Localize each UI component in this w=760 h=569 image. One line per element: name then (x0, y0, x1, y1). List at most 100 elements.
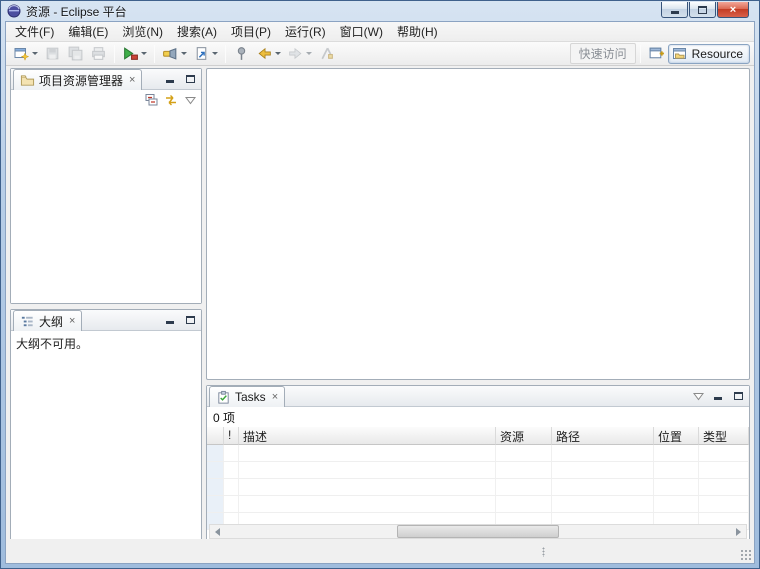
minimize-panel-button[interactable] (163, 314, 177, 326)
column-header-priority[interactable]: ! (224, 427, 239, 445)
toolbar-separator (154, 44, 155, 63)
column-header-description[interactable]: 描述 (239, 427, 496, 445)
minimize-panel-button[interactable] (163, 73, 177, 85)
tab-outline[interactable]: 大纲 × (13, 310, 83, 331)
maximize-panel-button[interactable] (183, 73, 197, 85)
menu-item[interactable]: 搜索(A) (170, 21, 224, 43)
scroll-thumb[interactable] (397, 525, 559, 538)
chevron-down-icon (275, 52, 281, 55)
tab-label: 大纲 (39, 314, 64, 329)
project-explorer-toolbar (11, 90, 201, 110)
tab-project-explorer[interactable]: 项目资源管理器 × (13, 69, 143, 90)
scroll-right-button[interactable] (731, 525, 746, 538)
maximize-panel-button[interactable] (183, 314, 197, 326)
tasks-panel: Tasks × 0 项 ! 描述 资源 路径 位置 类型 (206, 385, 750, 543)
arrow-right-icon (736, 527, 741, 536)
menu-item[interactable]: 项目(P) (224, 21, 278, 43)
search-flashlight-icon (163, 47, 177, 60)
quick-access-button[interactable]: 快速访问 (569, 43, 636, 64)
save-all-button[interactable] (64, 44, 87, 64)
tasks-header: Tasks × (207, 386, 749, 407)
view-menu-button[interactable] (691, 390, 705, 402)
tab-close-icon[interactable]: × (129, 74, 135, 86)
menu-item[interactable]: 窗口(W) (333, 21, 390, 43)
window-trim-handle (542, 547, 545, 557)
main-toolbar: 快速访问 Resource (6, 42, 754, 66)
menu-item[interactable]: 运行(R) (278, 21, 333, 43)
chevron-down-icon (181, 52, 187, 55)
toolbar-right-group: 快速访问 Resource (569, 43, 750, 64)
outline-icon (21, 316, 33, 326)
scroll-left-button[interactable] (210, 525, 225, 538)
project-explorer-tree (11, 110, 201, 303)
menu-item[interactable]: 文件(F) (8, 21, 61, 43)
minimize-panel-button[interactable] (711, 390, 725, 402)
last-edit-location-button[interactable] (315, 44, 338, 64)
table-row (207, 479, 749, 496)
collapse-all-button[interactable] (145, 94, 159, 106)
collapse-all-icon (145, 94, 158, 106)
view-menu-button[interactable] (183, 94, 197, 106)
forward-button[interactable] (284, 44, 315, 64)
print-icon (92, 47, 105, 60)
link-with-editor-button[interactable] (164, 94, 178, 106)
maximize-button[interactable] (689, 2, 716, 18)
minimize-icon (166, 79, 174, 83)
table-row (207, 445, 749, 462)
minimize-icon (166, 320, 174, 324)
new-button[interactable] (10, 44, 41, 64)
save-icon (46, 47, 59, 60)
tab-tasks[interactable]: Tasks × (209, 386, 286, 407)
tab-label: Tasks (235, 390, 266, 404)
resize-grip[interactable] (740, 549, 752, 561)
panel-controls (691, 390, 745, 402)
save-all-icon (68, 46, 83, 61)
window-client-area: 文件(F) 编辑(E) 浏览(N) 搜索(A) 项目(P) 运行(R) 窗口(W) 帮助(H) (5, 21, 755, 564)
panel-controls (163, 73, 197, 85)
title-bar[interactable]: 资源 - Eclipse 平台 × (1, 1, 759, 21)
last-edit-location-icon (321, 47, 333, 60)
table-row (207, 462, 749, 479)
external-tools-button[interactable] (119, 44, 150, 64)
tasks-table: ! 描述 资源 路径 位置 类型 (207, 427, 749, 530)
save-button[interactable] (41, 44, 64, 64)
resource-perspective-button[interactable]: Resource (667, 43, 750, 64)
outline-content: 大纲不可用。 (11, 331, 201, 542)
external-tools-icon (124, 47, 138, 60)
outline-header: 大纲 × (11, 310, 201, 331)
back-button[interactable] (253, 44, 284, 64)
open-perspective-button[interactable] (645, 44, 668, 64)
project-explorer-icon (20, 74, 35, 86)
column-header-blank[interactable] (207, 427, 224, 445)
outline-unavailable-message: 大纲不可用。 (16, 337, 89, 351)
view-menu-icon (692, 392, 704, 400)
pin-icon (237, 47, 246, 60)
scroll-track[interactable] (225, 525, 731, 538)
project-explorer-header: 项目资源管理器 × (11, 69, 201, 90)
menu-item[interactable]: 编辑(E) (61, 21, 115, 43)
print-button[interactable] (87, 44, 110, 64)
column-header-path[interactable]: 路径 (552, 427, 654, 445)
window-controls: × (660, 2, 749, 18)
menu-item[interactable]: 帮助(H) (390, 21, 445, 43)
maximize-icon (185, 316, 195, 324)
column-header-resource[interactable]: 资源 (496, 427, 552, 445)
maximize-panel-button[interactable] (731, 390, 745, 402)
close-button[interactable]: × (717, 2, 749, 18)
search-button[interactable] (159, 44, 190, 64)
toolbar-separator (639, 44, 641, 63)
tab-close-icon[interactable]: × (69, 315, 75, 327)
column-header-type[interactable]: 类型 (699, 427, 749, 445)
next-annotation-button[interactable] (190, 44, 221, 64)
chevron-down-icon (212, 52, 218, 55)
horizontal-scrollbar[interactable] (209, 524, 747, 539)
arrow-left-icon (215, 527, 220, 536)
tab-close-icon[interactable]: × (272, 391, 278, 403)
forward-arrow-icon (289, 47, 302, 60)
outline-panel: 大纲 × 大纲不可用。 (10, 309, 202, 543)
resource-perspective-label: Resource (691, 46, 743, 61)
pin-editor-button[interactable] (230, 44, 253, 64)
menu-item[interactable]: 浏览(N) (115, 21, 170, 43)
minimize-button[interactable] (661, 2, 688, 18)
column-header-location[interactable]: 位置 (654, 427, 699, 445)
